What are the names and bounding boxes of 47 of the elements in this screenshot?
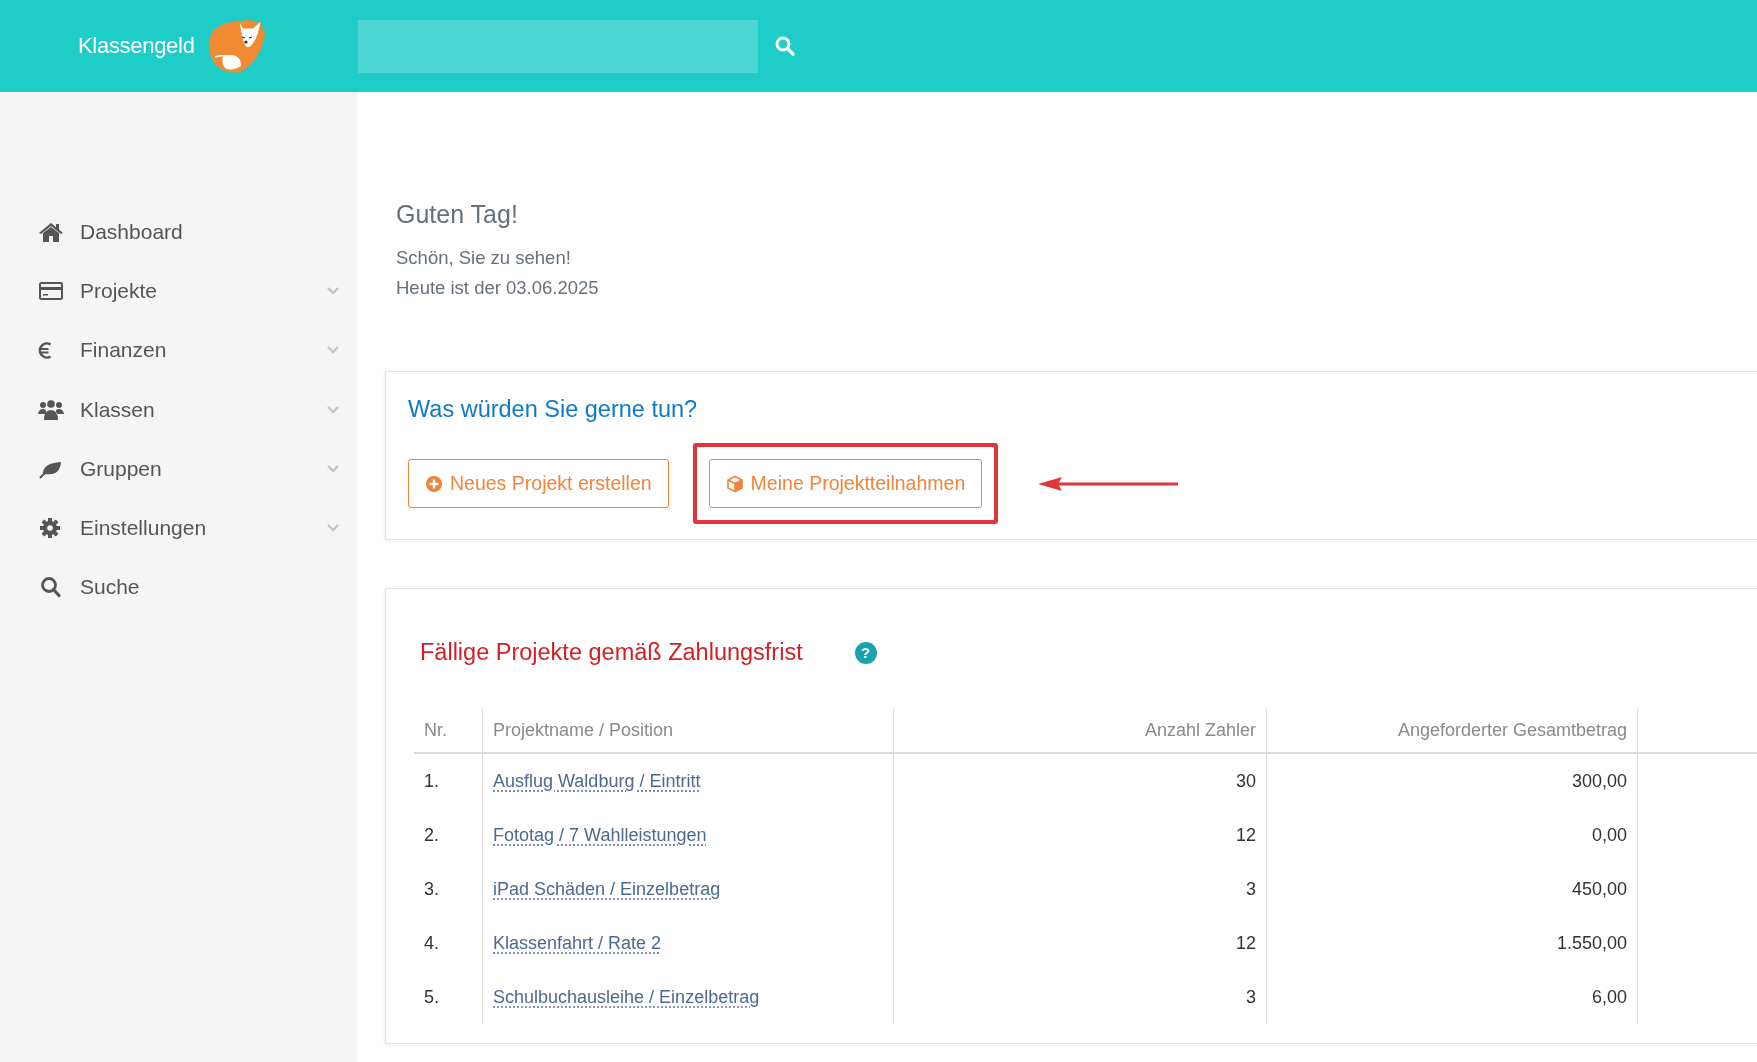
- table-cell: 5.: [414, 970, 483, 1024]
- sidebar-item[interactable]: Finanzen: [0, 320, 357, 380]
- search-field[interactable]: [358, 19, 758, 73]
- table-cell: 12: [893, 808, 1267, 862]
- euro-icon: [38, 341, 52, 359]
- card-icon: [38, 279, 64, 302]
- cube-icon: [725, 474, 744, 493]
- sidebar-item[interactable]: Einstellungen: [0, 498, 357, 558]
- table-cell: 12: [893, 916, 1267, 970]
- plus-circle-icon: [425, 474, 443, 493]
- table-cell: 1.: [414, 753, 483, 808]
- project-link[interactable]: Fototag / 7 Wahlleistungen: [493, 824, 707, 845]
- users-icon: [38, 398, 64, 421]
- card-title: Was würden Sie gerne tun?: [408, 396, 699, 423]
- table-cell: 2.: [414, 808, 483, 862]
- search-icon[interactable]: [774, 35, 796, 57]
- table-cell: 3: [893, 862, 1267, 916]
- greeting-title: Guten Tag!: [396, 200, 519, 229]
- help-icon[interactable]: ?: [854, 641, 877, 664]
- table-cell: 3.: [414, 862, 483, 916]
- column-header: Angeforderter Gesamtbetrag: [1266, 708, 1638, 753]
- project-link[interactable]: Ausflug Waldburg / Eintritt: [493, 770, 701, 791]
- sidebar-item[interactable]: Suche: [0, 557, 357, 618]
- sidebar-item[interactable]: Projekte: [0, 261, 357, 321]
- logo-text: Klassengeld: [78, 33, 195, 59]
- table-cell: 30: [893, 753, 1267, 808]
- sidebar-item[interactable]: Klassen: [0, 379, 357, 440]
- column-header: Anzahl Zahler: [893, 708, 1267, 753]
- column-header: Projektname / Position: [482, 708, 894, 753]
- table-cell: 4.: [414, 916, 483, 970]
- sidebar-item[interactable]: Gruppen: [0, 439, 357, 499]
- table-cell: 0,00: [1266, 808, 1638, 862]
- greeting-text: Schön, Sie zu sehen!: [396, 246, 572, 270]
- table-cell: 6,00: [1266, 970, 1638, 1024]
- sidebar-item[interactable]: Dashboard: [0, 202, 357, 262]
- table-cell: 300,00: [1266, 753, 1638, 808]
- project-link[interactable]: Schulbuchausleihe / Einzelbetrag: [493, 986, 760, 1007]
- search-icon: [38, 576, 64, 599]
- greeting-text: Heute ist der 03.06.2025: [396, 276, 600, 300]
- home-icon: [38, 220, 64, 243]
- table-cell: 3: [893, 970, 1267, 1024]
- project-link[interactable]: Klassenfahrt / Rate 2: [493, 932, 662, 953]
- card-title: Fällige Projekte gemäß Zahlungsfrist: [420, 639, 803, 666]
- project-link[interactable]: iPad Schäden / Einzelbetrag: [493, 878, 721, 899]
- column-header: Nr.: [414, 708, 483, 753]
- table-cell: 450,00: [1266, 862, 1638, 916]
- table-cell: 1.550,00: [1266, 916, 1638, 970]
